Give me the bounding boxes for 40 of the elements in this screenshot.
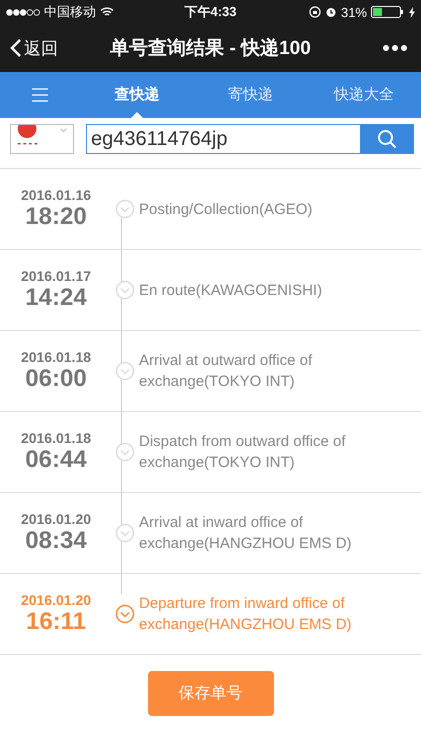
tracking-number-field[interactable]: eg436114764jp bbox=[86, 124, 360, 154]
nav-tab[interactable]: 寄快递 bbox=[194, 72, 308, 118]
event-date: 2016.01.20 bbox=[20, 511, 92, 527]
nav-tab[interactable]: 查快递 bbox=[80, 72, 194, 118]
event-time: 18:20 bbox=[25, 203, 87, 231]
event-description: En route(KAWAGOENISHI) bbox=[139, 280, 324, 300]
back-link[interactable]: 返回 bbox=[10, 36, 90, 60]
wifi-icon bbox=[100, 7, 114, 17]
nav-tab[interactable]: 快递大全 bbox=[307, 72, 421, 118]
rotation-lock-icon bbox=[308, 6, 321, 18]
carrier-logo[interactable] bbox=[10, 124, 74, 154]
alarm-icon bbox=[324, 6, 337, 18]
search-icon bbox=[377, 129, 397, 149]
event-date: 2016.01.18 bbox=[20, 349, 92, 365]
event-date: 2016.01.18 bbox=[20, 430, 92, 446]
event-time: 16:11 bbox=[26, 608, 86, 636]
event-date: 2016.01.20 bbox=[20, 592, 92, 608]
battery-icon bbox=[371, 6, 405, 18]
event-time: 06:44 bbox=[25, 446, 87, 474]
page-title: 单号查询结果 - 快递100 bbox=[109, 36, 312, 61]
event-time: 08:34 bbox=[25, 527, 87, 555]
menu-icon bbox=[32, 88, 48, 102]
event-time: 14:24 bbox=[25, 284, 87, 312]
charging-icon bbox=[409, 6, 415, 18]
save-button[interactable]: 保存单号 bbox=[148, 671, 274, 716]
search-button[interactable] bbox=[360, 124, 414, 154]
status-time: 下午4:33 bbox=[184, 3, 237, 21]
signal-icon bbox=[6, 8, 40, 16]
carrier-name: 中国移动 bbox=[44, 3, 96, 21]
event-description: Arrival at inward office of exchange(HANGZHOU EMS D) bbox=[139, 513, 353, 554]
event-date: 2016.01.16 bbox=[20, 187, 92, 203]
event-description: Arrival at outward office of exchange(TOKYO INT) bbox=[139, 351, 314, 392]
event-time: 06:00 bbox=[25, 365, 87, 393]
event-description: Departure from inward office of exchange(HANGZHOU EMS D) bbox=[139, 594, 353, 635]
back-chevron-icon bbox=[10, 38, 22, 58]
event-description: Dispatch from outward office of exchange(TOKYO INT) bbox=[139, 432, 346, 473]
event-description: Posting/Collection(AGEO) bbox=[139, 200, 314, 220]
event-date: 2016.01.17 bbox=[20, 268, 92, 284]
battery-percent: 31% bbox=[340, 4, 367, 20]
tab-indicator-icon bbox=[130, 112, 143, 118]
